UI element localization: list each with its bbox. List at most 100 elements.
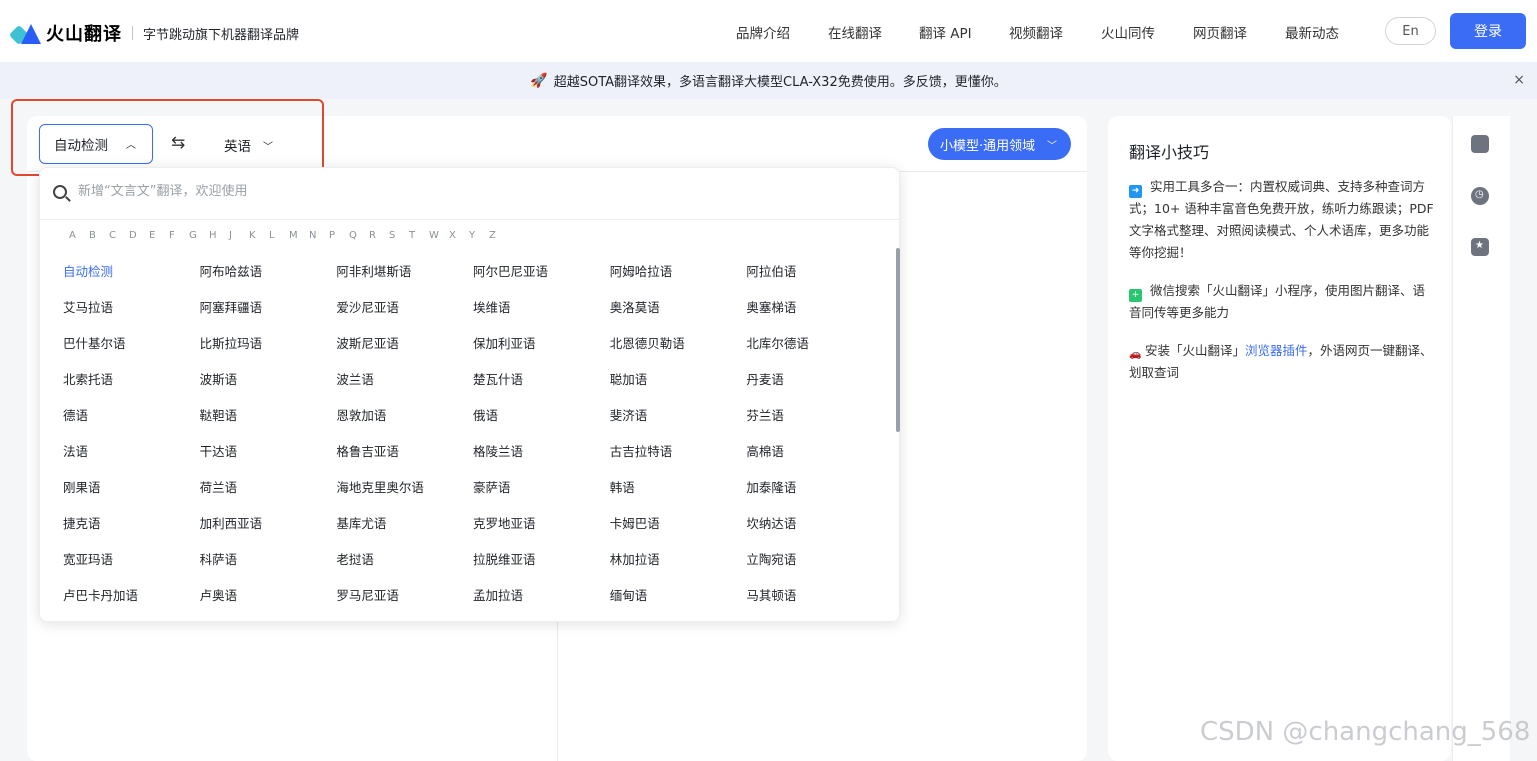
language-option[interactable]: 斐济语 — [610, 403, 747, 439]
language-option[interactable]: 阿姆哈拉语 — [610, 259, 747, 295]
language-option[interactable]: 荷兰语 — [200, 475, 337, 511]
language-toggle-button[interactable]: En — [1385, 17, 1436, 45]
language-option[interactable]: 高棉语 — [746, 439, 883, 475]
language-option[interactable]: 恩敦加语 — [336, 403, 473, 439]
language-option[interactable]: 立陶宛语 — [746, 547, 883, 583]
brand-logo[interactable]: 火山翻译 字节跳动旗下机器翻译品牌 — [8, 20, 299, 46]
language-option[interactable]: 埃维语 — [473, 295, 610, 331]
language-option[interactable]: 刚果语 — [63, 475, 200, 511]
language-option[interactable]: 波斯语 — [200, 367, 337, 403]
language-option[interactable]: 韩语 — [610, 475, 747, 511]
language-option[interactable]: 奥塞梯语 — [746, 295, 883, 331]
language-option[interactable]: 德语 — [63, 403, 200, 439]
alphabet-letter[interactable]: J — [229, 230, 249, 241]
language-option[interactable]: 奥洛莫语 — [610, 295, 747, 331]
language-option[interactable]: 宽亚玛语 — [63, 547, 200, 583]
language-option[interactable]: 爱沙尼亚语 — [336, 295, 473, 331]
alphabet-letter[interactable]: A — [69, 230, 89, 241]
nav-web-translate[interactable]: 网页翻译 — [1193, 22, 1247, 42]
dropdown-scrollbar[interactable] — [896, 248, 900, 432]
language-option[interactable]: 聪加语 — [610, 367, 747, 403]
language-option[interactable]: 捷克语 — [63, 511, 200, 547]
language-option[interactable]: 卢巴卡丹加语 — [63, 583, 200, 619]
language-option[interactable]: 克罗地亚语 — [473, 511, 610, 547]
language-option[interactable]: 海地克里奥尔语 — [336, 475, 473, 511]
language-option[interactable]: 比斯拉玛语 — [200, 331, 337, 367]
language-option[interactable]: 俄语 — [473, 403, 610, 439]
alphabet-letter[interactable]: F — [169, 230, 189, 241]
alphabet-letter[interactable]: T — [409, 230, 429, 241]
language-option[interactable]: 林加拉语 — [610, 547, 747, 583]
language-option[interactable]: 阿布哈兹语 — [200, 259, 337, 295]
nav-latest-news[interactable]: 最新动态 — [1285, 22, 1339, 42]
alphabet-letter[interactable]: H — [209, 230, 229, 241]
language-option[interactable]: 干达语 — [200, 439, 337, 475]
nav-online-translate[interactable]: 在线翻译 — [828, 22, 882, 42]
alphabet-letter[interactable]: M — [289, 230, 309, 241]
alphabet-letter[interactable]: X — [449, 230, 469, 241]
alphabet-letter[interactable]: L — [269, 230, 289, 241]
alphabet-letter[interactable]: G — [189, 230, 209, 241]
language-option[interactable]: 格陵兰语 — [473, 439, 610, 475]
language-option[interactable]: 拉脱维亚语 — [473, 547, 610, 583]
star-icon[interactable]: ★ — [1471, 238, 1489, 256]
language-option[interactable]: 阿尔巴尼亚语 — [473, 259, 610, 295]
language-option[interactable]: 自动检测 — [63, 259, 200, 295]
language-option[interactable]: 阿拉伯语 — [746, 259, 883, 295]
nav-video-translate[interactable]: 视频翻译 — [1009, 22, 1063, 42]
banner-close-icon[interactable]: × — [1513, 72, 1525, 88]
language-option[interactable]: 丹麦语 — [746, 367, 883, 403]
language-option[interactable]: 马其顿语 — [746, 583, 883, 619]
language-option[interactable]: 波斯尼亚语 — [336, 331, 473, 367]
alphabet-letter[interactable]: R — [369, 230, 389, 241]
alphabet-letter[interactable]: Y — [469, 230, 489, 241]
language-option[interactable]: 加泰隆语 — [746, 475, 883, 511]
language-option[interactable]: 科萨语 — [200, 547, 337, 583]
language-option[interactable]: 法语 — [63, 439, 200, 475]
language-option[interactable]: 艾马拉语 — [63, 295, 200, 331]
language-option[interactable]: 古吉拉特语 — [610, 439, 747, 475]
language-option[interactable]: 卢奥语 — [200, 583, 337, 619]
language-option[interactable]: 加利西亚语 — [200, 511, 337, 547]
language-option[interactable]: 北库尔德语 — [746, 331, 883, 367]
language-option[interactable]: 缅甸语 — [610, 583, 747, 619]
language-option[interactable]: 阿非利堪斯语 — [336, 259, 473, 295]
language-option[interactable]: 保加利亚语 — [473, 331, 610, 367]
alphabet-letter[interactable]: E — [149, 230, 169, 241]
language-option[interactable]: 北恩德贝勒语 — [610, 331, 747, 367]
alphabet-letter[interactable]: W — [429, 230, 449, 241]
language-option[interactable]: 豪萨语 — [473, 475, 610, 511]
nav-translate-api[interactable]: 翻译 API — [919, 22, 972, 42]
language-option[interactable]: 格鲁吉亚语 — [336, 439, 473, 475]
language-option[interactable]: 罗马尼亚语 — [336, 583, 473, 619]
browser-extension-link[interactable]: 浏览器插件 — [1245, 343, 1308, 358]
language-option[interactable]: 北索托语 — [63, 367, 200, 403]
alphabet-letter[interactable]: C — [109, 230, 129, 241]
alphabet-letter[interactable]: B — [89, 230, 109, 241]
language-option[interactable]: 阿塞拜疆语 — [200, 295, 337, 331]
language-option[interactable]: 楚瓦什语 — [473, 367, 610, 403]
alphabet-letter[interactable]: K — [249, 230, 269, 241]
book-icon[interactable] — [1471, 135, 1489, 153]
alphabet-letter[interactable]: Q — [349, 230, 369, 241]
model-select-button[interactable]: 小模型·通用领域 ﹀ — [928, 128, 1071, 160]
language-option[interactable]: 基库尤语 — [336, 511, 473, 547]
language-option[interactable]: 孟加拉语 — [473, 583, 610, 619]
language-option[interactable]: 卡姆巴语 — [610, 511, 747, 547]
clock-icon[interactable]: ◷ — [1471, 187, 1489, 205]
language-option[interactable]: 老挝语 — [336, 547, 473, 583]
alphabet-letter[interactable]: D — [129, 230, 149, 241]
language-option[interactable]: 鞑靼语 — [200, 403, 337, 439]
language-option[interactable]: 芬兰语 — [746, 403, 883, 439]
alphabet-letter[interactable]: S — [389, 230, 409, 241]
nav-simultaneous-interpretation[interactable]: 火山同传 — [1101, 22, 1155, 42]
alphabet-letter[interactable]: P — [329, 230, 349, 241]
language-option[interactable]: 巴什基尔语 — [63, 331, 200, 367]
nav-brand-intro[interactable]: 品牌介绍 — [736, 22, 790, 42]
language-option[interactable]: 坎纳达语 — [746, 511, 883, 547]
language-option[interactable]: 波兰语 — [336, 367, 473, 403]
alphabet-letter[interactable]: Z — [489, 230, 509, 241]
login-button[interactable]: 登录 — [1450, 13, 1526, 49]
language-search-input[interactable] — [78, 184, 778, 199]
alphabet-letter[interactable]: N — [309, 230, 329, 241]
